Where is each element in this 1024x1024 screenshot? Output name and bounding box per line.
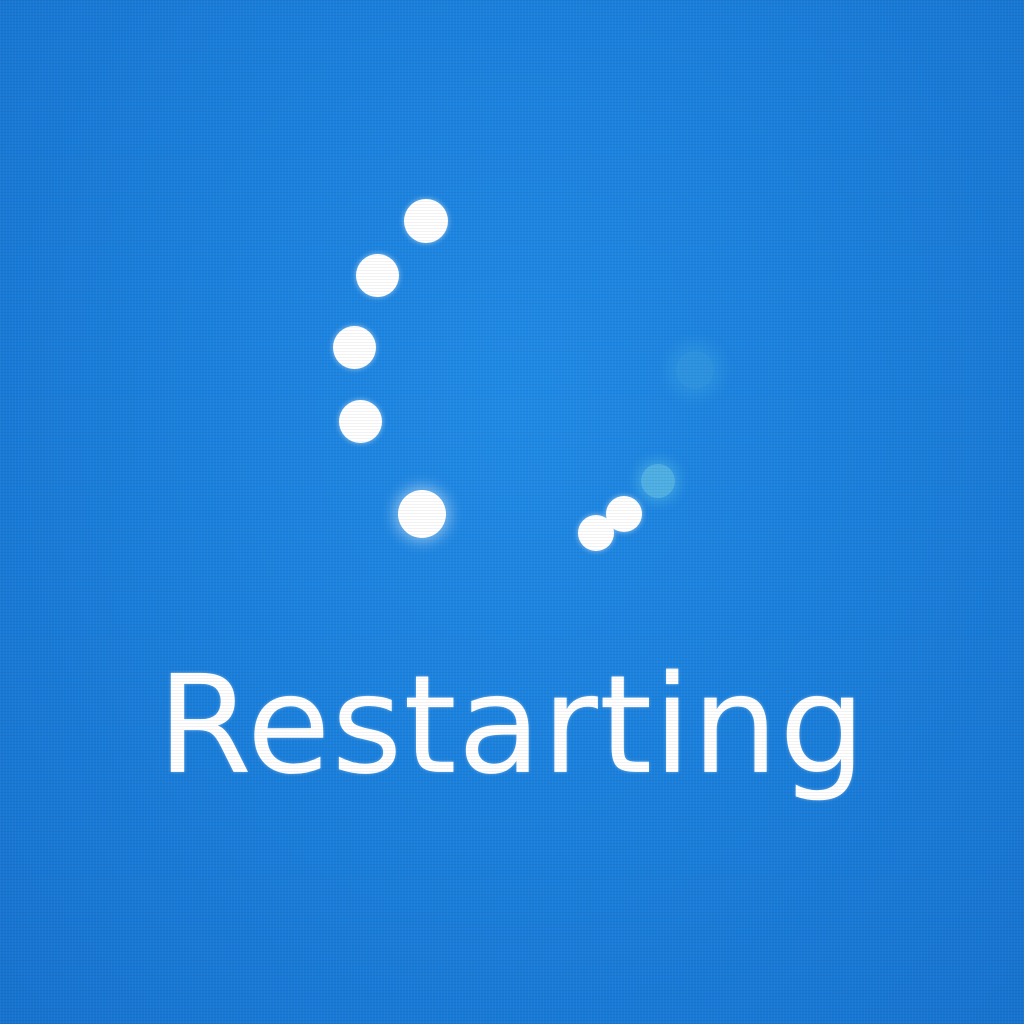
spinner-dot: [339, 400, 382, 443]
spinner-dot: [404, 199, 448, 243]
spinner-dot: [606, 496, 642, 532]
spinner-dot: [333, 326, 376, 369]
spinner-dot: [398, 490, 446, 538]
restart-screen: Restarting: [0, 0, 1024, 1024]
spinner-dot: [641, 464, 675, 498]
spinner-dot: [356, 254, 399, 297]
spinner-dot: [676, 351, 714, 389]
restarting-status-text: Restarting: [157, 647, 867, 805]
loading-spinner-icon: [0, 0, 1024, 1024]
